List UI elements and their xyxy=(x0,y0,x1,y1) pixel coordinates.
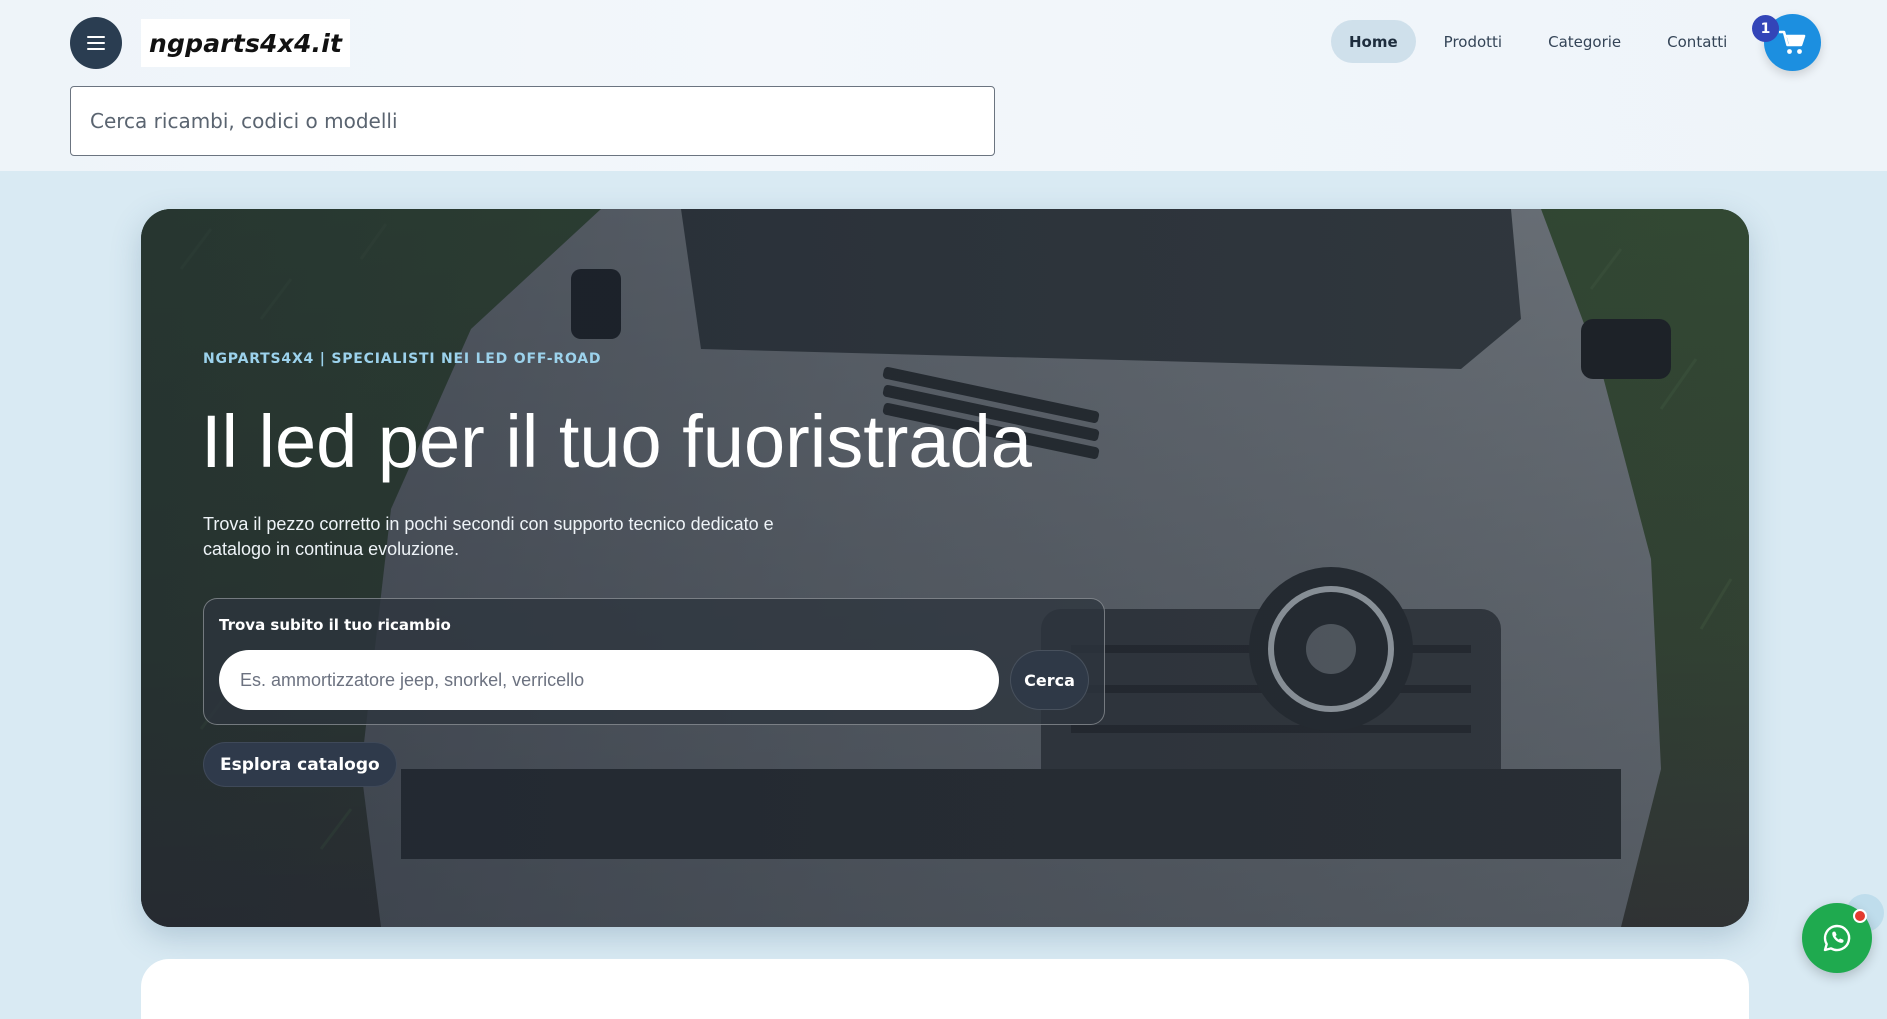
nav-contatti[interactable]: Contatti xyxy=(1649,20,1745,63)
main-nav: Home Prodotti Categorie Contatti xyxy=(1331,20,1755,63)
cart-count-badge: 1 xyxy=(1752,15,1779,42)
whatsapp-icon xyxy=(1823,924,1851,952)
part-finder-search-button[interactable]: Cerca xyxy=(1010,650,1089,710)
menu-button[interactable] xyxy=(70,17,122,69)
header-search-input[interactable]: Cerca ricambi, codici o modelli xyxy=(70,86,995,156)
hero-banner: NGPARTS4X4 | SPECIALISTI NEI LED OFF-ROA… xyxy=(141,209,1749,927)
hero-title: Il led per il tuo fuoristrada xyxy=(201,400,1032,483)
part-finder-label: Trova subito il tuo ricambio xyxy=(219,616,451,634)
hero-subtitle: Trova il pezzo corretto in pochi secondi… xyxy=(203,514,774,559)
hero-eyebrow: NGPARTS4X4 | SPECIALISTI NEI LED OFF-ROA… xyxy=(203,351,602,367)
site-header: ngparts4x4.it Home Prodotti Categorie Co… xyxy=(0,0,1887,171)
hamburger-icon xyxy=(87,36,105,50)
part-finder-panel: Trova subito il tuo ricambio Es. ammorti… xyxy=(203,598,1105,725)
nav-categorie[interactable]: Categorie xyxy=(1530,20,1639,63)
part-finder-input[interactable]: Es. ammortizzatore jeep, snorkel, verric… xyxy=(219,650,999,710)
explore-catalog-button[interactable]: Esplora catalogo xyxy=(203,742,397,787)
nav-prodotti[interactable]: Prodotti xyxy=(1426,20,1520,63)
cart-icon xyxy=(1778,30,1805,54)
notification-dot xyxy=(1853,909,1867,923)
hero-overlay xyxy=(141,209,1749,927)
nav-home[interactable]: Home xyxy=(1331,20,1416,63)
next-section-card xyxy=(141,959,1749,1019)
brand-logo[interactable]: ngparts4x4.it xyxy=(141,19,351,67)
